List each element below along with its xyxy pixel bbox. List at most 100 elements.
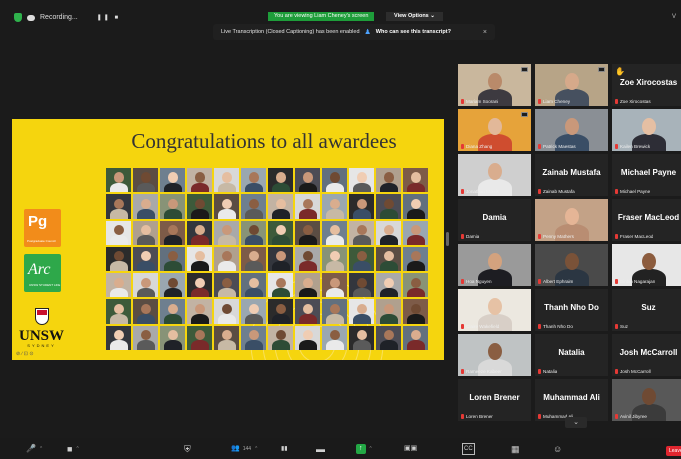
participant-tile[interactable]: Thanh Nho Do Thanh Nho Do bbox=[535, 289, 608, 331]
awardee-photo bbox=[376, 325, 401, 350]
awardee-photo bbox=[376, 168, 401, 193]
video-button[interactable]: ■ ⌃ bbox=[67, 444, 80, 454]
participant-tile[interactable]: Kailen Brewick bbox=[612, 109, 681, 151]
record-button[interactable]: ▣▣ bbox=[404, 444, 417, 454]
participant-name: Penny Mathers bbox=[543, 234, 574, 239]
who-can-see-link[interactable]: Who can see this transcript? bbox=[376, 29, 451, 35]
participant-tile[interactable]: Diana Zhang bbox=[458, 109, 531, 151]
muted-mic-icon bbox=[461, 369, 464, 374]
security-button[interactable]: ⛨ bbox=[184, 444, 191, 454]
participant-tile[interactable]: Avinil Jibyree bbox=[612, 379, 681, 421]
close-icon[interactable]: × bbox=[483, 29, 487, 36]
participants-button[interactable]: 👥 144 ⌃ bbox=[231, 444, 258, 454]
apps-button[interactable]: ▦ bbox=[511, 444, 520, 454]
reactions-button[interactable]: ☺ bbox=[553, 444, 562, 454]
participant-tile[interactable]: Hoa Nguyen bbox=[458, 244, 531, 286]
shared-screen-slide: Congratulations to all awardees Pg Postg… bbox=[12, 119, 444, 360]
participant-tile[interactable]: Claire Wakefield bbox=[458, 289, 531, 331]
awardee-photo bbox=[160, 273, 185, 298]
awardee-photo bbox=[376, 299, 401, 324]
shield-icon[interactable] bbox=[14, 13, 22, 22]
awardee-photo bbox=[322, 273, 347, 298]
mute-button[interactable]: 🎤 ⌃ bbox=[26, 444, 43, 454]
annotation-toolbar[interactable]: ⊘ ∕ ⊡ ⊙ bbox=[16, 351, 34, 357]
participant-tile[interactable]: Muhammad Ali Muhammad Ali bbox=[535, 379, 608, 421]
awardee-photo bbox=[376, 246, 401, 272]
awardee-photo bbox=[322, 168, 347, 193]
recording-controls[interactable]: ❚❚ ■ bbox=[97, 14, 120, 21]
awardee-photo bbox=[376, 220, 401, 245]
share-screen-button[interactable]: ↑ ⌃ bbox=[356, 444, 373, 454]
awardee-photo bbox=[214, 299, 239, 324]
info-icon: ♟ bbox=[364, 29, 371, 36]
participant-tile[interactable]: Damia Damia bbox=[458, 199, 531, 241]
participant-display-name: Fraser MacLeod bbox=[617, 213, 680, 222]
recording-indicator[interactable]: Recording... ❚❚ ■ bbox=[14, 13, 120, 22]
awardee-photo bbox=[187, 246, 212, 272]
participant-tile[interactable]: Albert Ephraim bbox=[535, 244, 608, 286]
pg-logo-subtitle: Postgraduate Council bbox=[27, 239, 56, 243]
participant-tile[interactable]: Suz Suz bbox=[612, 289, 681, 331]
participant-name: Damia bbox=[466, 234, 480, 239]
video-camera-icon: ■ bbox=[67, 444, 73, 454]
participant-tile[interactable]: Zainab Mustafa Zainab Mustafa bbox=[535, 154, 608, 196]
cloud-recording-icon bbox=[27, 14, 35, 21]
participant-display-name: Muhammad Ali bbox=[543, 393, 600, 402]
chat-button[interactable]: ▬ bbox=[316, 444, 325, 454]
muted-mic-icon bbox=[461, 414, 464, 419]
muted-mic-icon bbox=[615, 279, 618, 284]
leave-button[interactable]: Leave bbox=[666, 446, 681, 456]
awardee-photo bbox=[295, 246, 320, 272]
awardee-photo bbox=[295, 168, 320, 193]
unsw-logo: UNSW SYDNEY bbox=[19, 328, 64, 348]
awardee-photo bbox=[106, 273, 131, 298]
participant-tile[interactable]: Liam Cheney bbox=[535, 64, 608, 106]
splitter-handle[interactable] bbox=[446, 232, 449, 246]
participant-tile[interactable]: Jonathan Morris bbox=[458, 154, 531, 196]
participant-name-label: Binbin Nagarajan bbox=[615, 279, 655, 284]
awardee-photo bbox=[160, 194, 185, 219]
participant-tile[interactable]: Natalia Natalia bbox=[535, 334, 608, 376]
raised-hand-icon: ✋ bbox=[615, 67, 625, 76]
share-caret[interactable]: ⌃ bbox=[369, 444, 373, 454]
awardee-photo bbox=[187, 220, 212, 245]
participant-tile[interactable]: Mariam Soorani bbox=[458, 64, 531, 106]
apps-icon: ▦ bbox=[511, 444, 520, 454]
view-toggle-button[interactable]: V bbox=[672, 14, 676, 20]
spotlight-icon bbox=[521, 112, 528, 117]
participant-tile[interactable]: Josh McCarroll Josh McCarroll bbox=[612, 334, 681, 376]
participant-tile[interactable]: Patrick Maestas bbox=[535, 109, 608, 151]
closed-caption-button[interactable]: CC bbox=[462, 443, 475, 455]
muted-mic-icon bbox=[538, 144, 541, 149]
participant-name: Suz bbox=[620, 324, 628, 329]
awardee-photo bbox=[268, 299, 293, 324]
video-caret[interactable]: ⌃ bbox=[75, 444, 79, 454]
participant-name-label: Kailen Brewick bbox=[615, 144, 650, 149]
next-page-button[interactable]: ⌄ bbox=[565, 417, 587, 428]
participant-tile[interactable]: Rameeze Kabeer bbox=[458, 334, 531, 376]
unsw-crest-icon bbox=[35, 308, 49, 325]
participant-tile[interactable]: Penny Mathers bbox=[535, 199, 608, 241]
participant-name-label: Suz bbox=[615, 324, 628, 329]
participant-tile[interactable]: Zoe Xirocostas ✋ Zoe Xirocostas bbox=[612, 64, 681, 106]
shield-icon: ⛨ bbox=[184, 444, 191, 454]
participant-name-label: Diana Zhang bbox=[461, 144, 492, 149]
participants-caret[interactable]: ⌃ bbox=[254, 444, 258, 454]
participant-tile[interactable]: Fraser MacLeod Fraser MacLeod bbox=[612, 199, 681, 241]
participant-display-name: Zainab Mustafa bbox=[542, 168, 601, 177]
muted-mic-icon bbox=[461, 99, 464, 104]
participant-tile[interactable]: Michael Payne Michael Payne bbox=[612, 154, 681, 196]
participant-name: Natalia bbox=[543, 369, 558, 374]
share-screen-icon: ↑ bbox=[356, 444, 366, 454]
participant-tile[interactable]: Loren Brener Loren Brener bbox=[458, 379, 531, 421]
view-options-button[interactable]: View Options ⌄ bbox=[386, 12, 443, 21]
participant-name-label: Hoa Nguyen bbox=[461, 279, 492, 284]
participant-name: Josh McCarroll bbox=[620, 369, 651, 374]
awardee-photo bbox=[349, 325, 374, 350]
awardee-photo bbox=[322, 246, 347, 272]
mute-caret[interactable]: ⌃ bbox=[39, 444, 43, 454]
participant-name: Binbin Nagarajan bbox=[620, 279, 656, 284]
participant-tile[interactable]: Binbin Nagarajan bbox=[612, 244, 681, 286]
awardee-photo bbox=[106, 246, 131, 272]
polls-button[interactable]: ▮▮ bbox=[281, 444, 288, 454]
